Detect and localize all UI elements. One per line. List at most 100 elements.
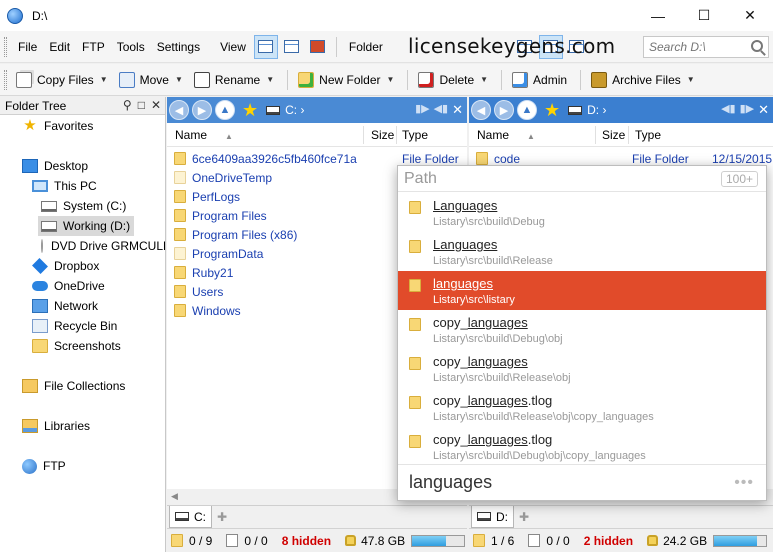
close-icon[interactable]: ✕ [727, 0, 773, 31]
chevron-down-icon[interactable]: ▼ [387, 75, 395, 84]
scroll-left-icon[interactable]: ◀ [171, 491, 178, 502]
search-result[interactable]: Languages Listary\src\build\Debug [398, 193, 766, 232]
tree-item-favorites[interactable]: ★ Favorites [22, 116, 93, 136]
minimize-icon[interactable]: — [635, 0, 681, 31]
menu-folder[interactable]: Folder [343, 40, 389, 54]
pane-sync-icon[interactable]: ◀▮ [721, 102, 736, 118]
favorites-star-icon[interactable]: ★ [242, 100, 258, 121]
file-row[interactable]: Program Files [167, 206, 267, 225]
toolbar-grip-2[interactable] [4, 69, 7, 90]
close-icon[interactable]: ✕ [151, 98, 161, 112]
back-icon[interactable]: ◀ [169, 100, 189, 120]
tree-item-libraries[interactable]: Libraries [22, 416, 90, 436]
column-name-header[interactable]: Name ▲ [477, 128, 535, 142]
search-result[interactable]: Languages Listary\src\build\Release [398, 232, 766, 271]
copy-files-button[interactable]: Copy Files ▼ [12, 67, 112, 93]
archive-files-button[interactable]: Archive Files ▼ [587, 67, 699, 93]
rename-button[interactable]: Rename ▼ [190, 67, 278, 93]
new-folder-button[interactable]: New Folder ▼ [294, 67, 398, 93]
column-divider[interactable] [363, 126, 364, 144]
tree-item-file-collections[interactable]: File Collections [22, 376, 125, 396]
favorites-star-icon[interactable]: ★ [544, 100, 560, 121]
column-name-header[interactable]: Name ▲ [175, 128, 233, 142]
menu-file[interactable]: File [12, 40, 43, 54]
search-box[interactable] [643, 36, 769, 58]
file-row[interactable]: PerfLogs [167, 187, 240, 206]
lock-icon[interactable] [345, 535, 357, 546]
pane-sync-icon[interactable]: ▮▶ [415, 102, 430, 118]
search-icon[interactable] [751, 40, 763, 52]
tree-item-dropbox[interactable]: Dropbox [32, 256, 99, 276]
chevron-down-icon[interactable]: ▼ [175, 75, 183, 84]
column-size-header[interactable]: Size [602, 128, 625, 142]
view-list-button[interactable] [280, 35, 304, 59]
column-divider[interactable] [396, 126, 397, 144]
tab-d-drive[interactable]: D: [471, 506, 514, 528]
tree-item-system-c[interactable]: System (C:) [41, 196, 126, 216]
tab-c-drive[interactable]: C: [169, 506, 212, 528]
chevron-down-icon[interactable]: ▼ [100, 75, 108, 84]
search-result[interactable]: copy_languages Listary\src\build\Debug\ob… [398, 310, 766, 349]
tree-item-onedrive[interactable]: OneDrive [32, 276, 105, 296]
maximize-icon[interactable]: ☐ [681, 0, 727, 31]
forward-icon[interactable]: ▶ [192, 100, 212, 120]
tree-item-this-pc[interactable]: This PC [32, 176, 97, 196]
search-query-text[interactable]: languages [409, 472, 492, 493]
pin-icon[interactable]: □ [138, 98, 145, 112]
new-tab-icon[interactable]: ✚ [217, 510, 227, 524]
new-tab-icon[interactable]: ✚ [519, 510, 529, 524]
column-divider[interactable] [628, 126, 629, 144]
menu-settings[interactable]: Settings [151, 40, 206, 54]
chevron-down-icon[interactable]: ▼ [687, 75, 695, 84]
forward-icon[interactable]: ▶ [494, 100, 514, 120]
column-type-header[interactable]: Type [635, 128, 661, 142]
admin-button[interactable]: Admin [508, 67, 571, 93]
tree-item-ftp[interactable]: FTP [22, 456, 66, 476]
search-result[interactable]: copy_languages.tlog Listary\src\build\Deb… [398, 427, 766, 466]
view-thumbnails-button[interactable] [306, 35, 330, 59]
search-input[interactable] [649, 40, 749, 54]
menu-ftp[interactable]: FTP [76, 40, 111, 54]
search-result[interactable]: languages Listary\src\listary [398, 271, 766, 310]
tree-item-dvd-drive[interactable]: DVD Drive GRMCULFRE [41, 236, 165, 256]
tree-item-working-d[interactable]: Working (D:) [38, 216, 135, 236]
chevron-down-icon[interactable]: ▼ [480, 75, 488, 84]
toolbar-grip[interactable] [4, 36, 7, 57]
file-row[interactable]: Windows [167, 301, 241, 320]
file-row[interactable]: Ruby21 [167, 263, 233, 282]
menu-edit[interactable]: Edit [43, 40, 76, 54]
back-icon[interactable]: ◀ [471, 100, 491, 120]
file-row[interactable]: ProgramData [167, 244, 263, 263]
right-path[interactable]: D: › [587, 103, 606, 117]
more-options-icon[interactable]: ••• [734, 474, 754, 492]
chevron-down-icon[interactable]: ▼ [266, 75, 274, 84]
column-size-header[interactable]: Size [371, 128, 394, 142]
close-pane-icon[interactable]: ✕ [758, 102, 769, 118]
menu-tools[interactable]: Tools [111, 40, 151, 54]
tree-item-screenshots[interactable]: Screenshots [32, 336, 121, 356]
column-divider[interactable] [595, 126, 596, 144]
file-row[interactable]: 6ce6409aa3926c5fb460fce71a [167, 149, 357, 168]
pane-swap-icon[interactable]: ◀▮ [434, 102, 449, 118]
search-icon[interactable]: ⚲ [123, 98, 132, 112]
tree-item-desktop[interactable]: Desktop [22, 156, 88, 176]
search-result[interactable]: copy_languages Listary\src\build\Release\… [398, 349, 766, 388]
hidden-count[interactable]: 2 hidden [584, 534, 633, 548]
close-pane-icon[interactable]: ✕ [452, 102, 463, 118]
tree-item-recycle-bin[interactable]: Recycle Bin [32, 316, 117, 336]
menu-view[interactable]: View [214, 40, 252, 54]
file-row[interactable]: OneDriveTemp [167, 168, 272, 187]
file-row[interactable]: Program Files (x86) [167, 225, 297, 244]
hidden-count[interactable]: 8 hidden [282, 534, 331, 548]
up-icon[interactable]: ▲ [517, 100, 537, 120]
pane-swap-icon[interactable]: ▮▶ [740, 102, 755, 118]
file-row[interactable]: Users [167, 282, 223, 301]
popup-query-bar[interactable]: languages ••• [398, 464, 766, 500]
delete-button[interactable]: Delete ▼ [414, 67, 492, 93]
up-icon[interactable]: ▲ [215, 100, 235, 120]
lock-icon[interactable] [647, 535, 659, 546]
move-button[interactable]: Move ▼ [115, 67, 187, 93]
view-details-button[interactable] [253, 34, 278, 59]
search-result[interactable]: copy_languages.tlog Listary\src\build\Rel… [398, 388, 766, 427]
left-path[interactable]: C: › [285, 103, 304, 117]
